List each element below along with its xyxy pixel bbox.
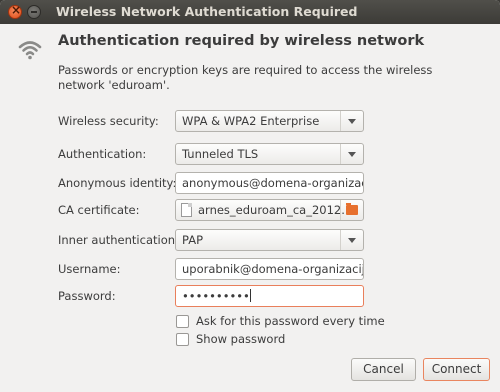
inner-auth-label: Inner authentication: xyxy=(58,233,179,247)
folder-icon[interactable] xyxy=(340,200,363,220)
dialog-description: Passwords or encryption keys are require… xyxy=(58,63,433,92)
close-icon[interactable] xyxy=(8,3,22,19)
password-value: •••••••••• xyxy=(182,289,250,303)
wireless-security-label: Wireless security: xyxy=(58,114,159,128)
ca-certificate-value: arnes_eduroam_ca_2012.... xyxy=(198,203,356,217)
wireless-security-value: WPA & WPA2 Enterprise xyxy=(182,114,320,128)
authentication-value: Tunneled TLS xyxy=(182,147,259,161)
inner-auth-select[interactable]: PAP xyxy=(175,229,364,251)
authentication-select[interactable]: Tunneled TLS xyxy=(175,143,364,165)
file-icon xyxy=(181,203,192,217)
ca-certificate-chooser[interactable]: arnes_eduroam_ca_2012.... xyxy=(175,199,364,221)
connect-button[interactable]: Connect xyxy=(423,358,490,381)
dialog-heading: Authentication required by wireless netw… xyxy=(58,33,425,49)
authentication-label: Authentication: xyxy=(58,147,147,161)
window-title: Wireless Network Authentication Required xyxy=(56,4,358,19)
chevron-down-icon xyxy=(340,111,363,131)
minimize-icon[interactable] xyxy=(27,5,41,19)
show-password-label[interactable]: Show password xyxy=(196,332,285,346)
ask-every-time-checkbox[interactable] xyxy=(176,315,189,328)
text-caret xyxy=(249,289,251,302)
ca-certificate-label: CA certificate: xyxy=(58,203,140,217)
show-password-checkbox[interactable] xyxy=(176,333,189,346)
anonymous-identity-label: Anonymous identity: xyxy=(58,176,177,190)
password-label: Password: xyxy=(58,289,116,303)
chevron-down-icon xyxy=(340,144,363,164)
username-input[interactable]: uporabnik@domena-organizacije.s xyxy=(175,258,364,280)
ask-every-time-label[interactable]: Ask for this password every time xyxy=(196,314,385,328)
password-input[interactable]: •••••••••• xyxy=(175,285,364,307)
username-label: Username: xyxy=(58,262,121,276)
wireless-security-select[interactable]: WPA & WPA2 Enterprise xyxy=(175,110,364,132)
anonymous-identity-input[interactable]: anonymous@domena-organizacije xyxy=(175,172,364,194)
wifi-icon xyxy=(18,41,42,60)
cancel-button[interactable]: Cancel xyxy=(351,358,416,381)
dialog-window: Wireless Network Authentication Required… xyxy=(0,0,500,392)
chevron-down-icon xyxy=(340,230,363,250)
inner-auth-value: PAP xyxy=(182,233,204,247)
title-bar[interactable]: Wireless Network Authentication Required xyxy=(0,0,500,24)
